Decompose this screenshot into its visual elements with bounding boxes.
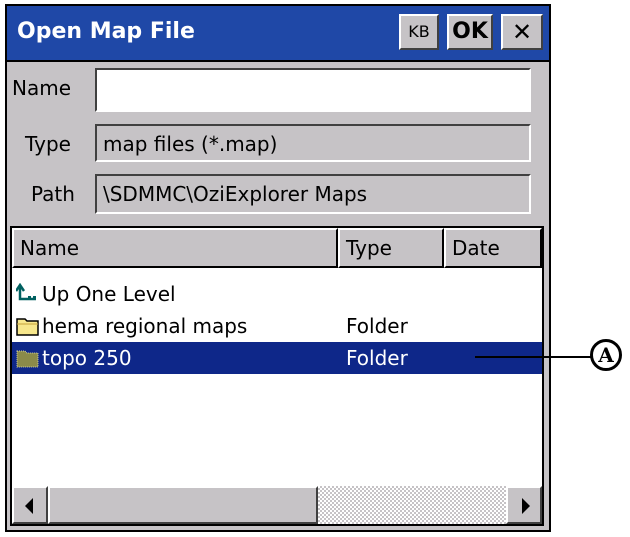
horizontal-scrollbar[interactable] (12, 486, 542, 524)
name-input[interactable] (95, 68, 531, 112)
close-button[interactable]: ✕ (501, 14, 543, 50)
type-field[interactable]: map files (*.map) (95, 124, 531, 162)
list-header: Name Type Date (12, 228, 542, 268)
list-item-topo-250[interactable]: topo 250 Folder (12, 342, 542, 374)
file-list[interactable]: Name Type Date Up One Level hema regiona… (10, 226, 544, 526)
folder-icon (16, 318, 39, 336)
ok-button[interactable]: OK (447, 14, 493, 50)
folder-icon (16, 350, 39, 368)
window-title: Open Map File (17, 19, 195, 44)
path-field: \SDMMC\OziExplorer Maps (95, 174, 531, 214)
keyboard-button[interactable]: KB (399, 14, 439, 50)
title-bar: Open Map File KB OK ✕ (7, 6, 549, 62)
column-header-date[interactable]: Date (444, 228, 542, 268)
type-label: Type (25, 132, 71, 156)
scroll-right-button[interactable] (506, 486, 542, 524)
scroll-thumb[interactable] (48, 486, 318, 524)
path-label: Path (31, 182, 75, 206)
scroll-left-button[interactable] (12, 486, 48, 524)
list-item-label: Up One Level (42, 282, 176, 306)
up-level-icon (16, 283, 36, 301)
column-header-name[interactable]: Name (12, 228, 338, 268)
column-header-type[interactable]: Type (338, 228, 444, 268)
arrow-left-icon (25, 498, 33, 514)
list-item-type: Folder (346, 346, 408, 370)
list-item-type: Folder (346, 314, 408, 338)
list-item-label: hema regional maps (42, 314, 248, 338)
list-item-up-one-level[interactable]: Up One Level (12, 278, 542, 310)
open-map-file-dialog: Open Map File KB OK ✕ Name Type map file… (5, 4, 551, 532)
name-label: Name (12, 76, 72, 100)
callout-leader-line (475, 356, 592, 358)
callout-marker: A (590, 339, 622, 371)
close-icon: ✕ (511, 18, 533, 46)
arrow-right-icon (522, 498, 530, 514)
list-item-label: topo 250 (42, 346, 132, 370)
list-item-hema-regional-maps[interactable]: hema regional maps Folder (12, 310, 542, 342)
scroll-track[interactable] (318, 486, 506, 524)
